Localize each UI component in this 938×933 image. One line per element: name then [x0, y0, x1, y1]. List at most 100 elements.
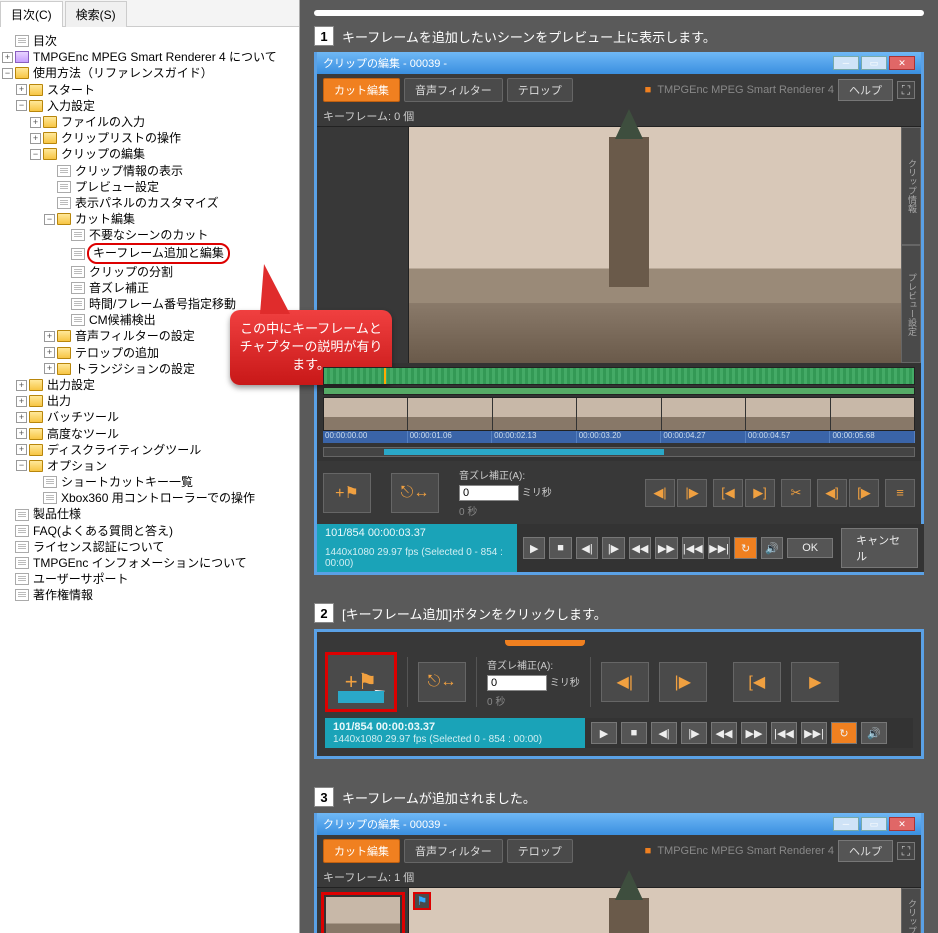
goto-end-button[interactable]: ▶▶|: [801, 722, 827, 744]
play-button[interactable]: ▶: [591, 722, 617, 744]
expand-icon[interactable]: +: [16, 444, 27, 455]
tree-split[interactable]: クリップの分割: [87, 264, 173, 280]
timeline-track[interactable]: [323, 367, 915, 385]
tree-batch[interactable]: バッチツール: [45, 409, 119, 425]
expand-icon[interactable]: +: [16, 396, 27, 407]
tree-output[interactable]: 出力設定: [45, 377, 95, 393]
forward-button[interactable]: ▶▶: [655, 537, 677, 559]
tree-xbox[interactable]: Xbox360 用コントローラーでの操作: [59, 490, 255, 506]
tab-search[interactable]: 検索(S): [65, 1, 127, 27]
add-keyframe-button[interactable]: +⚑ ➤: [325, 652, 397, 712]
rewind-button[interactable]: ◀◀: [629, 537, 651, 559]
timeline-track-audio[interactable]: [323, 387, 915, 395]
goto-start-button[interactable]: |◀◀: [682, 537, 704, 559]
tab-telop[interactable]: テロップ: [507, 78, 573, 102]
jump-in-button[interactable]: [◀: [733, 662, 781, 702]
range-in-button[interactable]: ◀]: [817, 479, 847, 507]
goto-end-button[interactable]: ▶▶|: [708, 537, 730, 559]
collapse-icon[interactable]: −: [30, 149, 41, 160]
tree-unneeded[interactable]: 不要なシーンのカット: [87, 227, 208, 243]
tree-audioshift[interactable]: 音ズレ補正: [87, 280, 149, 296]
tree-transition[interactable]: トランジションの設定: [73, 361, 195, 377]
fullscreen-icon[interactable]: ⛶: [897, 842, 915, 860]
help-button[interactable]: ヘルプ: [838, 840, 893, 862]
tree-about[interactable]: TMPGEnc MPEG Smart Renderer 4 について: [31, 49, 277, 65]
mark-in-button[interactable]: ◀|: [601, 662, 649, 702]
add-keyframe-button[interactable]: +⚑: [323, 473, 371, 513]
tree-input[interactable]: 入力設定: [45, 98, 95, 114]
jump-out-button[interactable]: ▶: [791, 662, 839, 702]
tree-usage[interactable]: 使用方法（リファレンスガイド）: [31, 65, 213, 81]
tree-cutedit[interactable]: カット編集: [73, 211, 135, 227]
list-button[interactable]: ≡: [885, 479, 915, 507]
tree-support[interactable]: ユーザーサポート: [31, 571, 129, 587]
tree-start[interactable]: スタート: [45, 82, 95, 98]
audio-shift-input[interactable]: [487, 675, 547, 691]
forward-button[interactable]: ▶▶: [741, 722, 767, 744]
expand-icon[interactable]: +: [16, 428, 27, 439]
tree-file-input[interactable]: ファイルの入力: [59, 114, 145, 130]
side-tab-preview[interactable]: プレビュー設定: [901, 245, 921, 363]
close-icon[interactable]: ✕: [889, 817, 915, 831]
tree-clipinfo[interactable]: クリップ情報の表示: [73, 163, 183, 179]
collapse-icon[interactable]: −: [16, 460, 27, 471]
tab-audiofilter[interactable]: 音声フィルター: [404, 78, 503, 102]
prev-frame-button[interactable]: ◀|: [651, 722, 677, 744]
tree-faq[interactable]: FAQ(よくある質問と答え): [31, 523, 173, 539]
fullscreen-icon[interactable]: ⛶: [897, 81, 915, 99]
mark-out-button[interactable]: |▶: [677, 479, 707, 507]
expand-icon[interactable]: +: [30, 133, 41, 144]
expand-icon[interactable]: +: [16, 84, 27, 95]
maximize-icon[interactable]: ▭: [861, 817, 887, 831]
tree-advanced[interactable]: 高度なツール: [45, 426, 119, 442]
stop-button[interactable]: ■: [549, 537, 571, 559]
close-icon[interactable]: ✕: [889, 56, 915, 70]
flag-icon[interactable]: ⚑: [413, 892, 431, 910]
expand-icon[interactable]: +: [16, 412, 27, 423]
loop-button[interactable]: ↻: [831, 722, 857, 744]
goto-start-button[interactable]: |◀◀: [771, 722, 797, 744]
rewind-button[interactable]: ◀◀: [711, 722, 737, 744]
tree-info[interactable]: TMPGEnc インフォメーションについて: [31, 555, 247, 571]
tree-shortcut[interactable]: ショートカットキー一覧: [59, 474, 193, 490]
tree-root[interactable]: 目次: [31, 33, 57, 49]
maximize-icon[interactable]: ▭: [861, 56, 887, 70]
playhead-icon[interactable]: [384, 368, 386, 384]
minimize-icon[interactable]: ─: [833, 817, 859, 831]
tree-panel[interactable]: 表示パネルのカスタマイズ: [73, 195, 219, 211]
tab-audiofilter[interactable]: 音声フィルター: [404, 839, 503, 863]
timeline-scrollbar[interactable]: [323, 447, 915, 457]
timeline-thumbs[interactable]: [323, 397, 915, 431]
prev-frame-button[interactable]: ◀|: [576, 537, 598, 559]
audio-shift-input[interactable]: [459, 485, 519, 501]
stop-button[interactable]: ■: [621, 722, 647, 744]
volume-button[interactable]: 🔊: [761, 537, 783, 559]
jump-in-button[interactable]: [◀: [713, 479, 743, 507]
collapse-icon[interactable]: −: [16, 100, 27, 111]
tree-clipedit[interactable]: クリップの編集: [59, 146, 145, 162]
tab-cut[interactable]: カット編集: [323, 839, 400, 863]
preview-area[interactable]: [409, 127, 901, 363]
tree-spec[interactable]: 製品仕様: [31, 506, 81, 522]
tree-option[interactable]: オプション: [45, 458, 107, 474]
tree-disc[interactable]: ディスクライティングツール: [45, 442, 201, 458]
cancel-button[interactable]: キャンセル: [841, 528, 918, 568]
minimize-icon[interactable]: ─: [833, 56, 859, 70]
side-tab-clipinfo[interactable]: クリップ情報: [901, 888, 921, 933]
tree-telop[interactable]: テロップの追加: [73, 345, 159, 361]
tree-timemove[interactable]: 時間/フレーム番号指定移動: [87, 296, 236, 312]
tab-telop[interactable]: テロップ: [507, 839, 573, 863]
tab-cut[interactable]: カット編集: [323, 78, 400, 102]
tree-license[interactable]: ライセンス認証について: [31, 539, 164, 555]
tree-preview[interactable]: プレビュー設定: [73, 179, 159, 195]
keyframe-thumbnail[interactable]: #01: 00:00:03.37: [321, 892, 405, 933]
tree-copyright[interactable]: 著作権情報: [31, 587, 93, 603]
jump-out-button[interactable]: ▶]: [745, 479, 775, 507]
tree-keyframe-current[interactable]: キーフレーム追加と編集: [87, 243, 230, 263]
loop-button[interactable]: ↻: [734, 537, 756, 559]
play-button[interactable]: ▶: [523, 537, 545, 559]
split-button[interactable]: ⎋↔: [391, 473, 439, 513]
volume-button[interactable]: 🔊: [861, 722, 887, 744]
ok-button[interactable]: OK: [787, 538, 833, 558]
expand-icon[interactable]: +: [44, 363, 55, 374]
